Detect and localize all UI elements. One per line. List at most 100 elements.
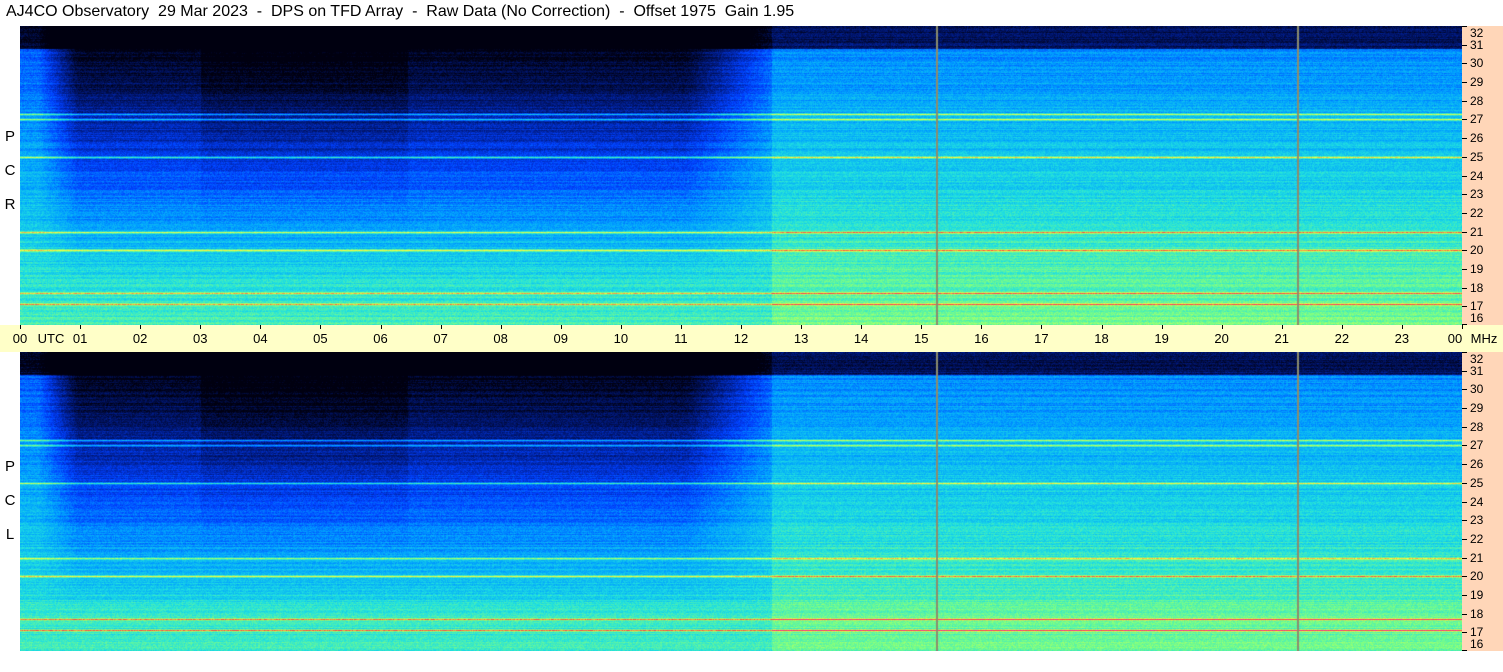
- freq-tick-label: 29: [1470, 401, 1484, 416]
- panel-letter: P: [4, 128, 15, 145]
- time-tick: [80, 325, 82, 329]
- panel-letter: C: [4, 162, 16, 179]
- freq-tick: [1462, 100, 1467, 102]
- time-tick-label: 01: [72, 331, 88, 346]
- time-tick-label: 23: [1394, 331, 1410, 346]
- panel-letter: R: [4, 196, 16, 213]
- freq-tick: [1462, 352, 1467, 353]
- freq-tick-label: 22: [1470, 531, 1484, 546]
- time-tick: [981, 325, 983, 329]
- freq-tick-label: 23: [1470, 513, 1484, 528]
- time-tick: [140, 325, 142, 329]
- panel-letter: C: [4, 492, 16, 509]
- time-tick: [801, 325, 803, 329]
- spectrogram-canvas-lcp: [20, 352, 1462, 651]
- freq-tick-label: 23: [1470, 187, 1484, 202]
- time-tick: [1161, 325, 1163, 329]
- freq-tick-label: 25: [1470, 475, 1484, 490]
- freq-tick: [1462, 63, 1467, 65]
- time-tick-label: 02: [132, 331, 148, 346]
- time-tick: [560, 325, 562, 329]
- freq-tick-label: 29: [1470, 75, 1484, 90]
- freq-tick-label: 27: [1470, 438, 1484, 453]
- time-tick: [1281, 325, 1283, 329]
- time-tick-label: 14: [853, 331, 869, 346]
- time-tick-label: 22: [1334, 331, 1350, 346]
- freq-tick-label: 20: [1470, 243, 1484, 258]
- freq-tick: [1462, 82, 1467, 84]
- time-tick: [1221, 325, 1223, 329]
- freq-tick: [1462, 501, 1467, 503]
- freq-tick-label: 24: [1470, 494, 1484, 509]
- time-tick-label: 03: [193, 331, 208, 346]
- freq-tick: [1462, 175, 1467, 177]
- time-tick: [680, 325, 682, 329]
- freq-tick: [1462, 594, 1467, 596]
- title-bar: AJ4CO Observatory 29 Mar 2023 - DPS on T…: [0, 0, 1503, 26]
- freq-tick: [1462, 44, 1467, 46]
- panel-letter: L: [5, 526, 15, 543]
- spectrogram-canvas-rcp: [20, 26, 1462, 325]
- time-tick-label: 19: [1154, 331, 1169, 346]
- panel-letter: P: [4, 458, 15, 475]
- time-tick-label: 20: [1214, 331, 1229, 346]
- time-tick: [320, 325, 322, 329]
- time-tick-label: 11: [674, 331, 688, 346]
- freq-tick: [1462, 464, 1467, 466]
- spectrogram-rcp: [20, 26, 1462, 325]
- freq-tick: [1462, 650, 1467, 651]
- freq-tick-label: 32: [1470, 352, 1484, 366]
- time-tick-label: UTC: [37, 331, 65, 346]
- freq-tick: [1462, 119, 1467, 121]
- freq-tick-label: 21: [1470, 224, 1484, 239]
- time-tick-label: 08: [493, 331, 508, 346]
- freq-tick-label: 28: [1470, 419, 1484, 434]
- time-tick: [1462, 325, 1463, 329]
- time-tick: [861, 325, 863, 329]
- freq-tick-label: 24: [1470, 168, 1484, 183]
- time-tick-label: 10: [613, 331, 629, 346]
- freq-tick: [1462, 26, 1467, 27]
- freq-tick: [1462, 250, 1467, 252]
- freq-tick: [1462, 287, 1467, 289]
- time-tick: [1101, 325, 1103, 329]
- time-tick-label: 05: [313, 331, 328, 346]
- time-axis: 00 UTC 01 02 03 04 05 06 07 08 09 10 11 12 13 14 15 16 17 1…: [0, 325, 1503, 352]
- freq-tick: [1462, 576, 1467, 578]
- freq-tick: [1462, 613, 1467, 615]
- freq-tick: [1462, 194, 1467, 196]
- time-tick-label: 17: [1034, 331, 1049, 346]
- time-tick: [620, 325, 622, 329]
- freq-tick: [1462, 538, 1467, 540]
- time-tick: [741, 325, 742, 329]
- panel-label-rcp: P C R: [0, 120, 20, 222]
- time-tick-label: MHz: [1470, 331, 1498, 346]
- time-tick-label: 00: [1447, 331, 1463, 346]
- freq-tick-label: 20: [1470, 569, 1484, 584]
- freq-tick: [1462, 156, 1467, 158]
- time-tick-label: 06: [373, 331, 388, 346]
- time-tick: [921, 325, 923, 329]
- freq-tick: [1462, 632, 1467, 634]
- freq-tick-label: 30: [1470, 56, 1484, 71]
- time-tick-label: 16: [974, 331, 989, 346]
- freq-tick: [1462, 520, 1467, 522]
- freq-tick: [1462, 389, 1467, 391]
- freq-tick-label: 25: [1470, 149, 1484, 164]
- freq-tick-label: 26: [1470, 457, 1484, 472]
- freq-tick-label: 30: [1470, 382, 1484, 397]
- freq-tick-label: 22: [1470, 205, 1484, 220]
- time-tick-label: 13: [793, 331, 809, 346]
- freq-tick-label: 26: [1470, 131, 1484, 146]
- time-tick: [1341, 325, 1343, 329]
- freq-axis-lcp: 16 17 18 19 20 21 22 23 24 25 26 27 28 29 30 31 32: [1462, 352, 1503, 651]
- freq-tick-label: 17: [1470, 625, 1484, 640]
- freq-tick: [1462, 231, 1467, 233]
- freq-tick-label: 17: [1470, 299, 1484, 314]
- freq-tick-label: 32: [1470, 26, 1484, 40]
- freq-tick: [1462, 138, 1467, 140]
- time-tick-label: 12: [733, 331, 749, 346]
- spectrogram-lcp: [20, 352, 1462, 651]
- time-tick: [20, 325, 21, 329]
- panel-label-lcp: P C L: [0, 450, 20, 552]
